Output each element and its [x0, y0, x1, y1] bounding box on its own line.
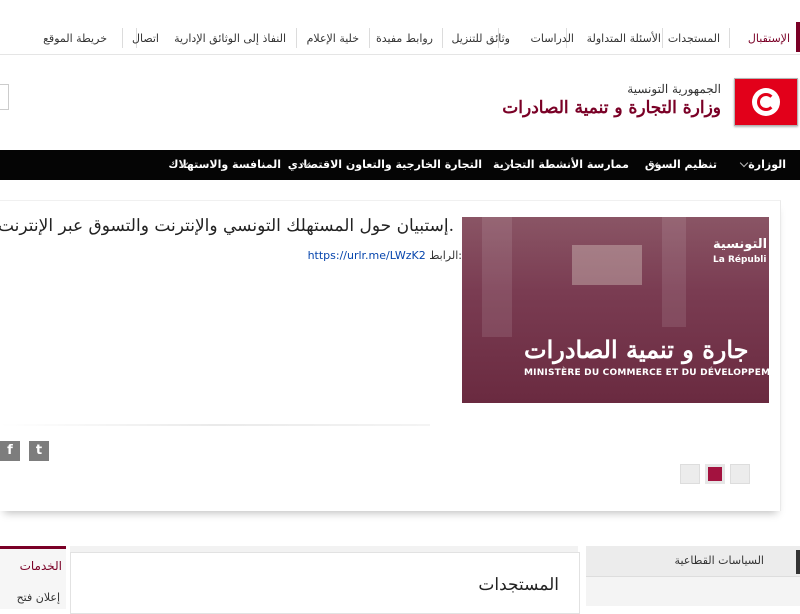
- toplink-admin-docs[interactable]: النفاذ إلى الوثائق الإدارية: [174, 32, 286, 45]
- policies-indicator: [796, 550, 800, 574]
- link-label: الرابط:: [429, 249, 462, 262]
- divider: [369, 28, 370, 48]
- divider: [0, 424, 430, 426]
- toplink-media-cell[interactable]: خلية الإعلام: [307, 32, 359, 45]
- toplink-contact[interactable]: اتصال: [132, 32, 159, 45]
- main-navbar: الوزارة تنظيم السوق ممارسة الأنشطة التجا…: [0, 150, 800, 180]
- image-ministry-french: MINISTÈRE DU COMMERCE ET DU DÉVELOPPEMEN…: [524, 368, 769, 378]
- divider: [296, 28, 297, 48]
- news-panel: المستجدات: [70, 546, 580, 614]
- policies-title[interactable]: السياسات القطاعية: [675, 554, 764, 567]
- slider-dot[interactable]: [680, 464, 700, 484]
- policies-panel: السياسات القطاعية: [586, 546, 800, 606]
- toplink-useful-links[interactable]: روابط مفيدة: [376, 32, 433, 45]
- divider: [122, 28, 123, 48]
- services-title: الخدمات: [19, 559, 62, 573]
- nav-item-ministry[interactable]: الوزارة: [748, 158, 786, 171]
- image-ministry-arabic: جارة و تنمية الصادرات: [524, 335, 749, 364]
- divider: [729, 28, 730, 48]
- ministry-title[interactable]: وزارة التجارة و تنمية الصادرات: [502, 98, 721, 118]
- toplink-faq[interactable]: الأسئلة المتداولة: [587, 32, 661, 45]
- services-item[interactable]: إعلان فتح: [17, 591, 60, 604]
- slide-image[interactable]: التونسية La Républi جارة و تنمية الصادرا…: [462, 217, 769, 403]
- news-title: المستجدات: [478, 575, 559, 595]
- survey-link[interactable]: https://urlr.me/LWzK2: [308, 249, 426, 262]
- slider-dot-active[interactable]: [705, 464, 725, 484]
- republic-title: الجمهورية التونسية: [627, 82, 721, 96]
- chevron-down-icon: [739, 158, 749, 168]
- nav-item-commercial-activities[interactable]: ممارسة الأنشطة التجارية: [493, 158, 629, 171]
- toplink-news[interactable]: المستجدات: [668, 32, 720, 45]
- active-indicator: [796, 22, 800, 52]
- slide-headline[interactable]: إستبيان حول المستهلك التونسي والإنترنت و…: [0, 216, 454, 236]
- twitter-icon[interactable]: t: [29, 441, 49, 461]
- toplink-home[interactable]: الإستقبال: [748, 32, 790, 45]
- slide-link-row: https://urlr.me/LWzK2 الرابط:: [308, 249, 462, 262]
- search-input[interactable]: [0, 84, 9, 110]
- image-caption-arabic: التونسية: [713, 237, 768, 252]
- top-links-bar: الإستقبال المستجدات الأسئلة المتداولة ال…: [0, 22, 800, 55]
- slider-dot[interactable]: [730, 464, 750, 484]
- toplink-downloads[interactable]: وثائق للتنزيل: [451, 32, 510, 45]
- divider: [662, 28, 663, 48]
- toplink-sitemap[interactable]: خريطة الموقع: [43, 32, 107, 45]
- facebook-icon[interactable]: f: [0, 441, 20, 461]
- image-caption-french: La Républi: [713, 255, 767, 265]
- nav-item-foreign-trade[interactable]: التجارة الخارجية والتعاون الاقتصادي: [288, 158, 482, 171]
- tunisia-flag-logo[interactable]: [734, 78, 798, 126]
- toplink-studies[interactable]: الدراسات: [531, 32, 574, 45]
- divider: [442, 28, 443, 48]
